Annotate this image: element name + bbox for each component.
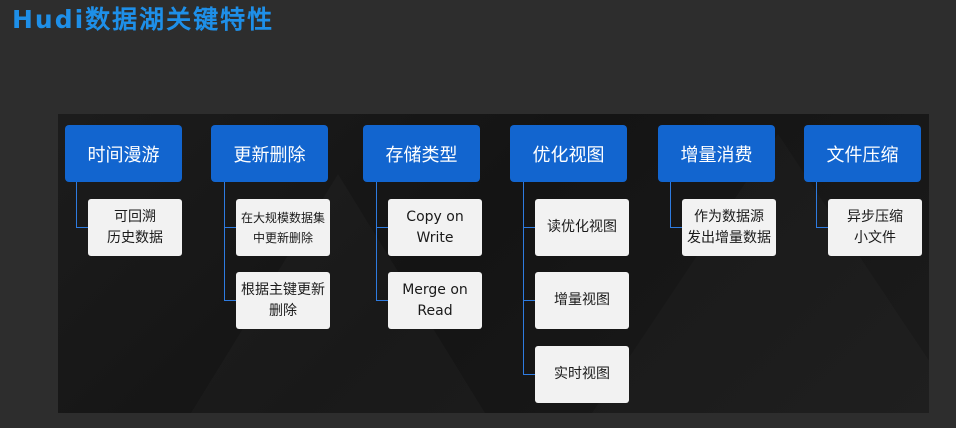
header-incremental-consume: 增量消费	[658, 125, 775, 182]
item-large-dataset-update: 在大规模数据集 中更新删除	[236, 199, 330, 256]
item-copy-on-write: Copy on Write	[388, 199, 482, 256]
header-file-compaction: 文件压缩	[804, 125, 921, 182]
item-realtime-view: 实时视图	[535, 346, 629, 403]
header-time-travel: 时间漫游	[65, 125, 182, 182]
item-rollback-history: 可回溯 历史数据	[88, 199, 182, 256]
item-read-optimized-view: 读优化视图	[535, 199, 629, 256]
item-primary-key-update: 根据主键更新 删除	[236, 272, 330, 329]
header-update-delete: 更新删除	[211, 125, 328, 182]
page-title: Hudi数据湖关键特性	[12, 5, 275, 34]
item-async-compaction: 异步压缩 小文件	[828, 199, 922, 256]
item-merge-on-read: Merge on Read	[388, 272, 482, 329]
feature-diagram: 时间漫游 可回溯 历史数据 更新删除 在大规模数据集 中更新删除 根据主键更新 …	[58, 114, 929, 413]
item-emit-incremental-data: 作为数据源 发出增量数据	[682, 199, 776, 256]
header-storage-type: 存储类型	[363, 125, 480, 182]
item-incremental-view: 增量视图	[535, 272, 629, 329]
header-optimized-views: 优化视图	[510, 125, 627, 182]
